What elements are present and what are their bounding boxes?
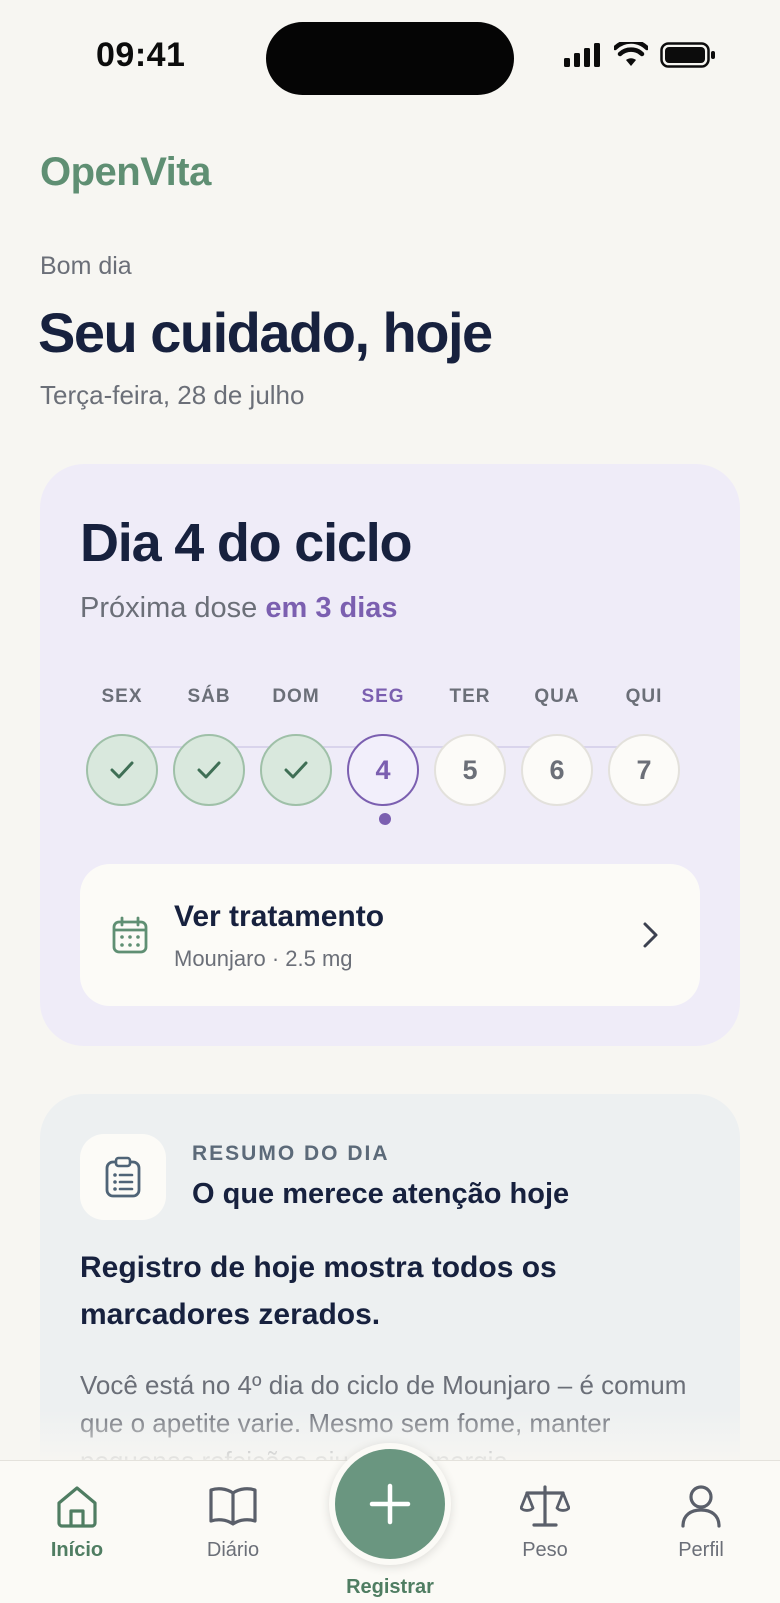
day-qui[interactable]: QUI 7 [608,686,680,806]
signal-icon [564,43,600,67]
tab-perfil[interactable]: Perfil [646,1481,756,1562]
check-icon [110,761,134,779]
dynamic-island [266,22,514,95]
day-sex[interactable]: SEX [86,686,158,806]
tab-label: Peso [522,1539,568,1561]
home-icon [57,1486,97,1528]
day-circle-current: 4 [347,734,419,806]
status-bar: 09:41 [0,0,780,110]
tab-diario[interactable]: Diário [178,1481,288,1562]
tab-label: Perfil [678,1539,724,1561]
date-line: Terça-feira, 28 de julho [40,380,305,410]
tab-label: Início [50,1539,104,1561]
tab-label: Diário [206,1539,260,1561]
day-label: SÁB [187,686,231,707]
page-title: Seu cuidado, hoje [38,301,493,364]
next-dose-label: Próxima dose [80,592,258,624]
wifi-icon [614,42,648,66]
treatment-title: Ver tratamento [174,900,385,933]
register-button[interactable] [335,1449,445,1559]
day-circle-future: 7 [608,734,680,806]
book-icon [209,1487,257,1526]
brand-logo: OpenVita [40,150,211,194]
day-circle-future: 5 [434,734,506,806]
register-label[interactable]: Registrar [320,1576,460,1599]
day-sab[interactable]: SÁB [173,686,245,806]
next-dose: Próxima dose em 3 dias [80,592,398,625]
day-circle-done [173,734,245,806]
view-treatment-button[interactable]: Ver tratamento Mounjaro · 2.5 mg [80,864,700,1006]
tab-inicio[interactable]: Início [22,1481,132,1562]
day-label: SEG [361,686,405,707]
day-label: QUA [534,686,580,707]
day-label: DOM [272,686,320,707]
day-circle-future: 6 [521,734,593,806]
day-ter[interactable]: TER 5 [434,686,506,806]
plus-icon [369,1483,411,1525]
day-qua[interactable]: QUA 6 [521,686,593,806]
day-dom[interactable]: DOM [260,686,332,806]
summary-kicker: RESUMO DO DIA [192,1142,390,1165]
cycle-card: Dia 4 do ciclo Próxima dose em 3 dias SE… [40,464,740,1046]
greeting: Bom dia [40,252,132,280]
user-icon [681,1485,721,1528]
clipboard-icon [105,1156,141,1198]
next-dose-countdown: em 3 dias [265,592,398,624]
day-label: QUI [625,686,663,707]
status-icons [564,42,716,68]
day-label: SEX [101,686,143,707]
day-circle-done [260,734,332,806]
treatment-subtitle: Mounjaro · 2.5 mg [174,946,353,971]
summary-headline: Registro de hoje mostra todos os marcado… [80,1251,557,1331]
day-circle-done [86,734,158,806]
day-label: TER [449,686,491,707]
tab-peso[interactable]: Peso [490,1481,600,1562]
check-icon [284,761,308,779]
day-seg[interactable]: SEG 4 [347,686,419,806]
chevron-right-icon [643,922,658,948]
check-icon [197,761,221,779]
summary-icon-box [80,1134,166,1220]
calendar-icon [112,916,148,954]
scale-icon [520,1485,570,1527]
summary-title: O que merece atenção hoje [192,1178,570,1210]
battery-icon [660,42,715,68]
status-time: 09:41 [96,36,186,74]
cycle-title: Dia 4 do ciclo [80,513,413,573]
current-day-indicator [379,813,391,825]
